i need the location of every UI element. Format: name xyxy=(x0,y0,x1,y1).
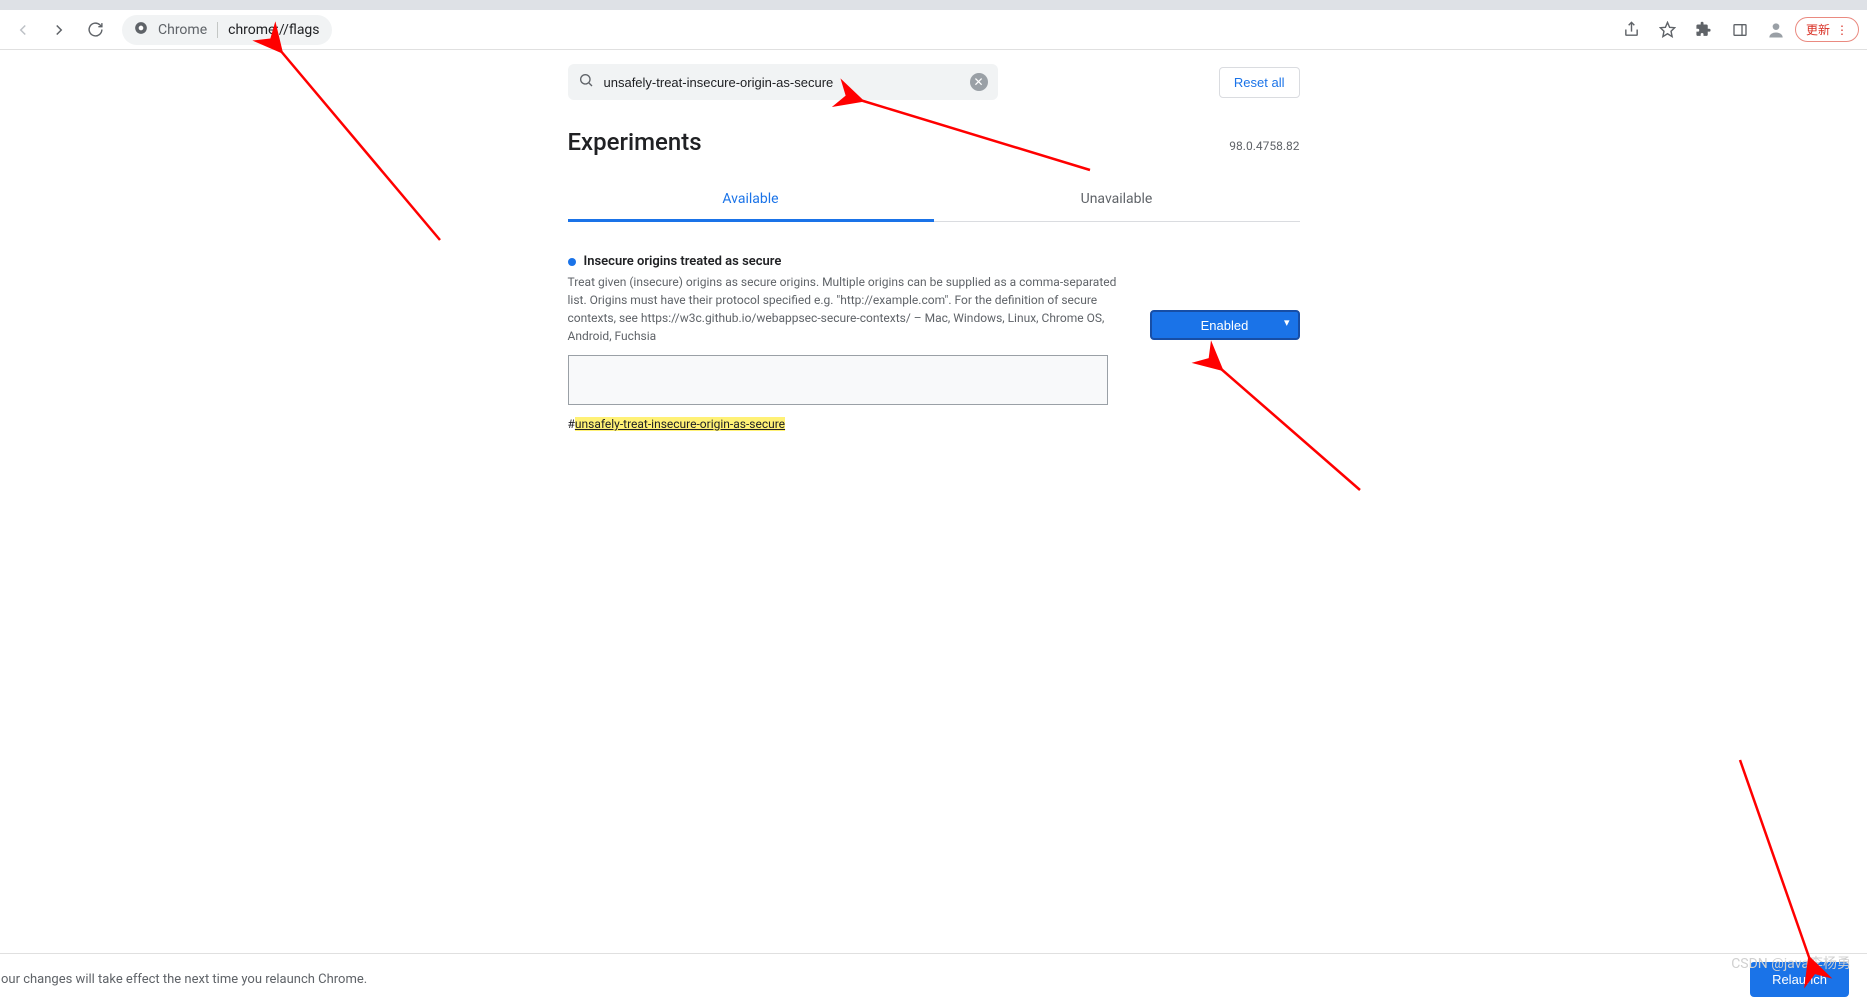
browser-toolbar: Chrome chrome://flags 更新 ⋮ xyxy=(0,10,1867,50)
toolbar-right: 更新 ⋮ xyxy=(1615,13,1859,47)
clear-search-icon[interactable]: ✕ xyxy=(970,73,988,91)
relaunch-button[interactable]: Relaunch xyxy=(1750,962,1849,997)
profile-icon[interactable] xyxy=(1759,13,1793,47)
chrome-icon xyxy=(134,21,148,39)
menu-dots-icon: ⋮ xyxy=(1836,23,1848,37)
address-separator xyxy=(217,22,218,38)
address-url: chrome://flags xyxy=(228,22,319,38)
reset-all-button[interactable]: Reset all xyxy=(1219,67,1300,98)
sidepanel-icon[interactable] xyxy=(1723,13,1757,47)
flags-search-box[interactable]: ✕ xyxy=(568,64,998,100)
update-label: 更新 xyxy=(1806,21,1830,38)
bookmark-star-icon[interactable] xyxy=(1651,13,1685,47)
flag-description: Treat given (insecure) origins as secure… xyxy=(568,273,1132,345)
address-bar[interactable]: Chrome chrome://flags xyxy=(122,15,332,45)
flags-search-input[interactable] xyxy=(604,75,960,90)
share-icon[interactable] xyxy=(1615,13,1649,47)
reload-button[interactable] xyxy=(78,13,112,47)
flag-hash-highlight: unsafely-treat-insecure-origin-as-secure xyxy=(575,417,785,431)
flag-state-select[interactable]: Enabled xyxy=(1150,310,1300,340)
page-title: Experiments xyxy=(568,128,702,156)
modified-indicator-icon xyxy=(568,258,576,266)
flag-hash[interactable]: #unsafely-treat-insecure-origin-as-secur… xyxy=(568,417,1132,431)
flags-tabs: Available Unavailable xyxy=(568,178,1300,222)
relaunch-bar: our changes will take effect the next ti… xyxy=(0,953,1867,1005)
page-content: ✕ Reset all Experiments 98.0.4758.82 Ava… xyxy=(0,50,1867,953)
flag-entry: Insecure origins treated as secure Treat… xyxy=(568,254,1300,431)
flag-select-wrap: Enabled xyxy=(1150,254,1300,340)
flag-origins-textarea[interactable] xyxy=(568,355,1108,405)
forward-button[interactable] xyxy=(42,13,76,47)
tab-available[interactable]: Available xyxy=(568,179,934,222)
flag-title: Insecure origins treated as secure xyxy=(584,254,782,269)
tab-unavailable[interactable]: Unavailable xyxy=(934,179,1300,222)
tab-strip xyxy=(0,0,1867,10)
extensions-icon[interactable] xyxy=(1687,13,1721,47)
back-button[interactable] xyxy=(6,13,40,47)
search-icon xyxy=(578,72,594,92)
flag-hash-prefix: # xyxy=(568,417,575,431)
update-button[interactable]: 更新 ⋮ xyxy=(1795,17,1859,42)
chrome-version: 98.0.4758.82 xyxy=(1229,139,1299,153)
relaunch-message: our changes will take effect the next ti… xyxy=(0,972,367,987)
address-scheme: Chrome xyxy=(158,22,207,38)
